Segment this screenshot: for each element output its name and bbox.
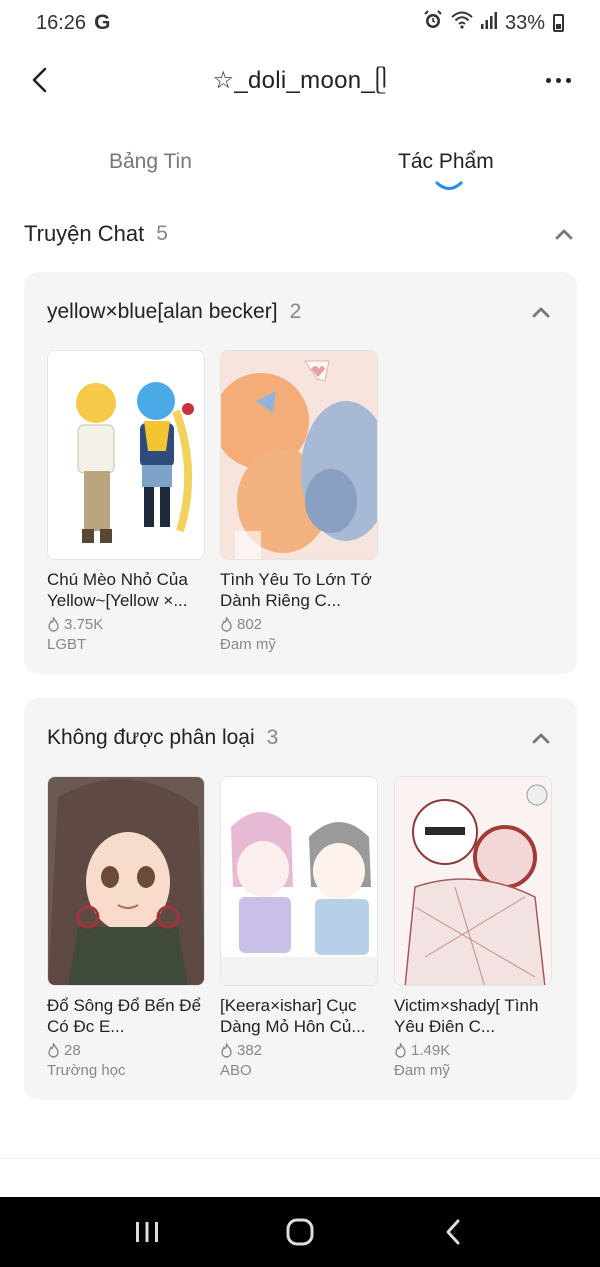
views-count: 28 [64, 1042, 81, 1059]
more-options-button[interactable] [536, 60, 580, 100]
tab-bar: Bảng Tin Tác Phẩm [0, 140, 600, 200]
story-title: Chú Mèo Nhỏ Của Yellow~[Yellow ×... [47, 570, 188, 610]
more-dot [555, 77, 561, 83]
story-item[interactable]: Đổ Sông Đổ Bến Để Có Đc E... 28 Trường h… [47, 776, 205, 1079]
chevron-up-icon[interactable] [529, 300, 553, 324]
home-button[interactable] [270, 1212, 330, 1252]
group-title: Không được phân loại [47, 726, 255, 749]
story-group-card: Không được phân loại 3 Đổ Sông Đổ Bến Để… [24, 698, 577, 1100]
story-cover[interactable] [220, 776, 378, 986]
story-views: 1.49K [394, 1042, 552, 1059]
story-cover[interactable] [220, 350, 378, 560]
story-genre: Đam mỹ [394, 1062, 450, 1079]
system-nav-bar [0, 1197, 600, 1267]
alarm-icon [423, 10, 443, 36]
group-header[interactable]: yellow×blue[alan becker] 2 [47, 296, 553, 328]
views-count: 1.49K [411, 1042, 451, 1059]
fire-icon [395, 1043, 406, 1058]
section-header[interactable]: Truyện Chat 5 [24, 218, 576, 250]
views-count: 802 [237, 616, 263, 633]
fire-icon [221, 617, 232, 632]
story-item[interactable]: [Keera×ishar] Cục Dàng Mỏ Hôn Củ... 382 … [220, 776, 378, 1079]
chevron-left-icon [32, 67, 47, 93]
story-views: 382 [220, 1042, 378, 1059]
views-count: 3.75K [64, 616, 104, 633]
back-button[interactable] [20, 60, 60, 100]
fire-icon [48, 617, 59, 632]
fire-icon [221, 1043, 232, 1058]
battery-text: 33% [504, 11, 545, 34]
story-views: 3.75K [47, 616, 205, 633]
header: ☆_doli_moon_ᥫ [0, 52, 600, 108]
fire-icon [48, 1043, 59, 1058]
story-genre: Đam mỹ [220, 636, 276, 653]
story-genre: ABO [220, 1062, 252, 1079]
story-genre: Trường học [47, 1062, 126, 1079]
more-dot [545, 77, 551, 83]
signal-icon [480, 11, 497, 35]
home-icon [286, 1218, 314, 1246]
status-time: 16:26 [36, 11, 87, 34]
story-group-card: yellow×blue[alan becker] 2 Chú Mèo Nhỏ C… [24, 272, 577, 674]
chevron-up-icon[interactable] [529, 726, 553, 750]
tab-works[interactable]: Tác Phẩm [398, 150, 494, 174]
recent-apps-icon [135, 1222, 158, 1242]
story-title: [Keera×ishar] Cục Dàng Mỏ Hôn Củ... [220, 996, 366, 1036]
group-count: 3 [266, 726, 279, 749]
active-tab-indicator [435, 181, 463, 191]
section-title: Truyện Chat [24, 221, 145, 246]
views-count: 382 [237, 1042, 263, 1059]
section-count: 5 [156, 222, 168, 245]
story-views: 802 [220, 616, 378, 633]
back-icon [446, 1219, 460, 1245]
story-genre: LGBT [47, 636, 87, 653]
story-cover[interactable] [394, 776, 552, 986]
story-title: Tình Yêu To Lớn Tớ Dành Riêng C... [220, 570, 372, 610]
group-header[interactable]: Không được phân loại 3 [47, 722, 553, 754]
story-title: Đổ Sông Đổ Bến Để Có Đc E... [47, 996, 202, 1036]
story-cover[interactable] [47, 350, 205, 560]
status-bar: 16:26 G 33% [0, 0, 600, 46]
battery-icon [553, 14, 564, 32]
story-item[interactable]: Victim×shady[ Tình Yêu Điên C... 1.49K Đ… [394, 776, 552, 1079]
recent-apps-button[interactable] [117, 1212, 177, 1252]
story-title: Victim×shady[ Tình Yêu Điên C... [394, 996, 539, 1036]
group-count: 2 [289, 300, 302, 323]
group-title: yellow×blue[alan becker] [47, 300, 278, 323]
story-item[interactable]: Tình Yêu To Lớn Tớ Dành Riêng C... 802 Đ… [220, 350, 378, 653]
story-cover[interactable] [47, 776, 205, 986]
back-nav-button[interactable] [423, 1212, 483, 1252]
chevron-up-icon[interactable] [552, 222, 576, 246]
google-icon: G [94, 11, 111, 34]
story-item[interactable]: Chú Mèo Nhỏ Của Yellow~[Yellow ×... 3.75… [47, 350, 205, 653]
wifi-icon [451, 11, 473, 35]
profile-title: ☆_doli_moon_ᥫ [212, 66, 388, 94]
divider [0, 1158, 600, 1159]
tab-news-feed[interactable]: Bảng Tin [109, 150, 192, 174]
story-views: 28 [47, 1042, 205, 1059]
more-dot [565, 77, 571, 83]
